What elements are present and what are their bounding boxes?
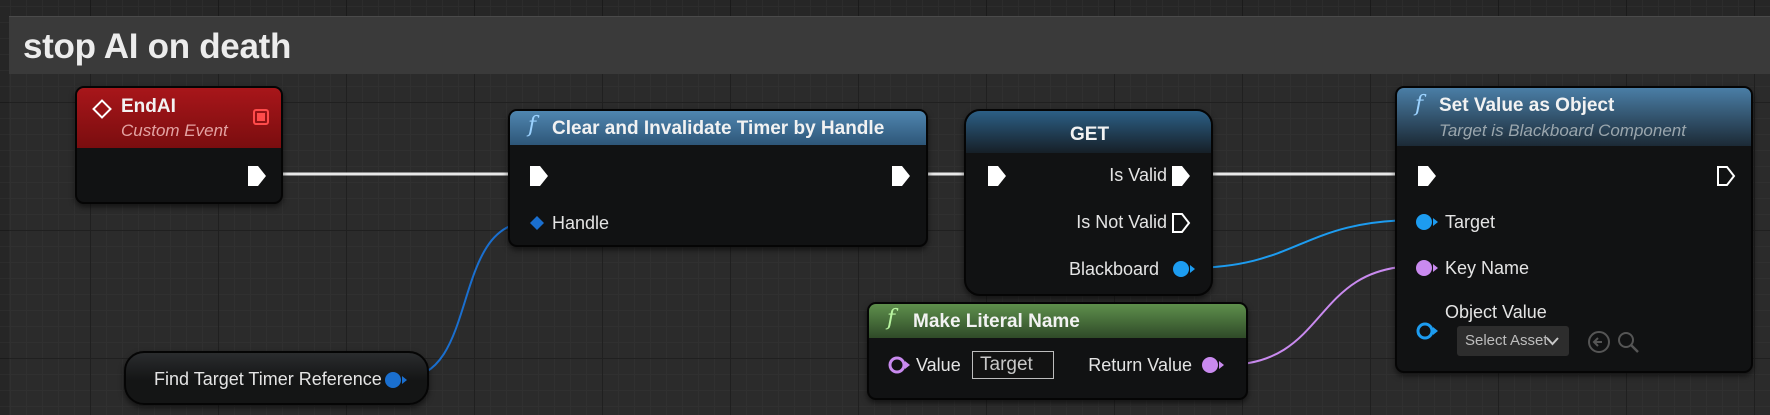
target-pin[interactable] bbox=[1415, 212, 1439, 232]
select-asset-label: Select Asset bbox=[1465, 332, 1548, 349]
exec-out-pin[interactable] bbox=[890, 164, 912, 188]
clear-timer-title: Clear and Invalidate Timer by Handle bbox=[552, 118, 885, 139]
get-validated-node[interactable]: GET Is Valid Is Not Valid Blackboard bbox=[964, 109, 1213, 296]
set-value-title: Set Value as Object bbox=[1439, 95, 1615, 116]
select-asset-dropdown[interactable]: Select Asset bbox=[1457, 326, 1569, 356]
make-literal-header: f Make Literal Name bbox=[869, 304, 1246, 338]
object-value-label: Object Value bbox=[1445, 302, 1547, 322]
clear-timer-node[interactable]: f Clear and Invalidate Timer by Handle H… bbox=[508, 109, 928, 247]
is-valid-pin[interactable] bbox=[1170, 164, 1192, 188]
arrow-left-circle-icon[interactable] bbox=[1587, 330, 1611, 354]
key-name-pin[interactable] bbox=[1415, 258, 1439, 278]
exec-in-pin[interactable] bbox=[528, 164, 550, 188]
delegate-output-icon[interactable] bbox=[253, 109, 269, 125]
exec-in-pin[interactable] bbox=[1416, 164, 1438, 188]
function-icon: f bbox=[1415, 92, 1424, 117]
set-value-subtitle: Target is Blackboard Component bbox=[1439, 121, 1686, 140]
is-not-valid-pin[interactable] bbox=[1170, 211, 1192, 235]
set-value-header: f Set Value as Object Target is Blackboa… bbox=[1397, 88, 1751, 146]
return-value-label: Return Value bbox=[1088, 355, 1192, 375]
exec-out-pin[interactable] bbox=[1715, 164, 1737, 188]
endai-title: EndAI bbox=[121, 96, 176, 117]
endai-event-node[interactable]: EndAI Custom Event bbox=[75, 86, 283, 204]
clear-timer-header: f Clear and Invalidate Timer by Handle bbox=[510, 111, 926, 145]
is-valid-label: Is Valid bbox=[1109, 165, 1167, 185]
value-pin[interactable] bbox=[887, 354, 911, 376]
key-name-label: Key Name bbox=[1445, 258, 1530, 278]
is-not-valid-label: Is Not Valid bbox=[1076, 212, 1167, 232]
event-icon bbox=[92, 99, 112, 119]
endai-header: EndAI Custom Event bbox=[77, 88, 281, 148]
get-header: GET bbox=[966, 111, 1211, 153]
endai-subtitle: Custom Event bbox=[121, 121, 228, 140]
find-target-timer-reference-node[interactable]: Find Target Timer Reference bbox=[124, 351, 429, 405]
make-literal-name-node[interactable]: f Make Literal Name Value Target Return … bbox=[867, 302, 1248, 400]
chevron-down-icon bbox=[1546, 337, 1559, 346]
handle-pin[interactable] bbox=[529, 215, 545, 231]
object-value-pin[interactable] bbox=[1415, 320, 1439, 342]
function-icon: f bbox=[887, 306, 896, 331]
blackboard-wire bbox=[1187, 219, 1419, 269]
value-label: Value bbox=[916, 355, 961, 375]
set-value-as-object-node[interactable]: f Set Value as Object Target is Blackboa… bbox=[1395, 86, 1753, 373]
handle-label: Handle bbox=[552, 213, 610, 233]
make-literal-title: Make Literal Name bbox=[913, 311, 1080, 332]
exec-in-pin[interactable] bbox=[986, 164, 1008, 188]
get-title: GET bbox=[1070, 124, 1110, 145]
function-icon: f bbox=[528, 113, 537, 138]
keyname-wire bbox=[1224, 265, 1419, 366]
exec-out-pin[interactable] bbox=[246, 164, 268, 188]
timer-handle-out-pin[interactable] bbox=[384, 370, 408, 390]
search-icon[interactable] bbox=[1616, 330, 1640, 354]
return-value-pin[interactable] bbox=[1201, 355, 1225, 375]
find-target-timer-reference-label: Find Target Timer Reference bbox=[154, 369, 382, 389]
target-label: Target bbox=[1445, 212, 1496, 232]
blackboard-label: Blackboard bbox=[1068, 259, 1159, 279]
blackboard-pin[interactable] bbox=[1172, 259, 1196, 279]
value-input[interactable]: Target bbox=[972, 351, 1054, 379]
